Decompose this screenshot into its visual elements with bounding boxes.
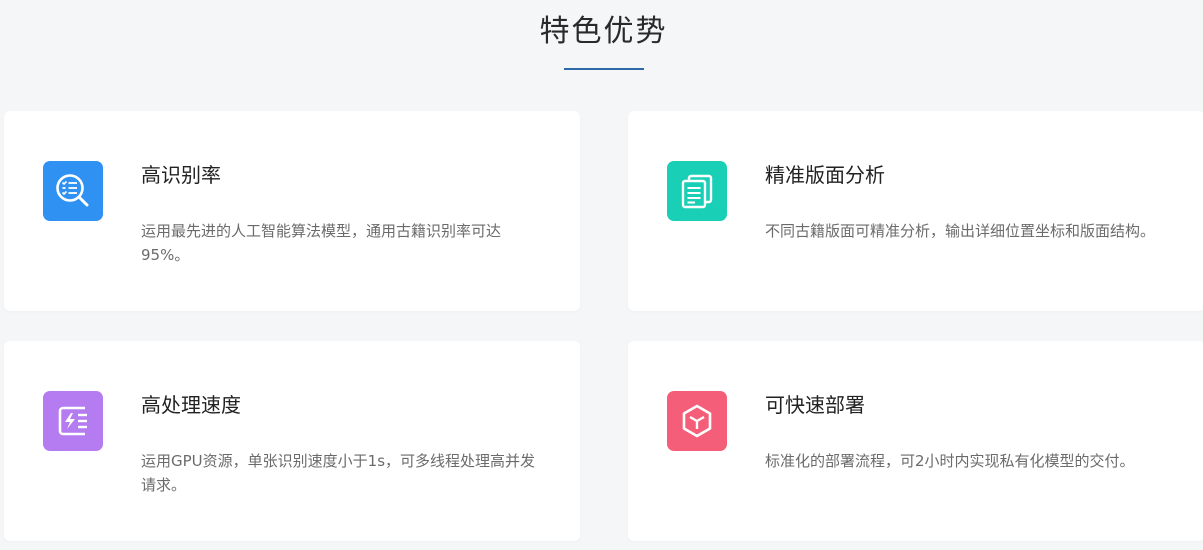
feature-title: 高识别率 [141, 163, 221, 187]
title-underline [564, 68, 644, 70]
feature-card-layout-analysis: 精准版面分析 不同古籍版面可精准分析，输出详细位置坐标和版面结构。 [628, 111, 1203, 311]
section-title: 特色优势 [539, 14, 668, 49]
feature-description: 标准化的部署流程，可2小时内实现私有化模型的交付。 [765, 452, 1135, 470]
document-layers-icon [667, 161, 727, 221]
feature-description: 运用最先进的人工智能算法模型，通用古籍识别率可达95%。 [141, 222, 502, 264]
speed-lightning-icon [43, 391, 103, 451]
feature-description: 不同古籍版面可精准分析，输出详细位置坐标和版面结构。 [765, 222, 1156, 240]
feature-description: 运用GPU资源，单张识别速度小于1s，可多线程处理高并发请求。 [141, 452, 536, 494]
feature-title: 精准版面分析 [765, 163, 885, 187]
feature-card-high-accuracy: 高识别率 运用最先进的人工智能算法模型，通用古籍识别率可达95%。 [4, 111, 580, 311]
feature-card-quick-deploy: 可快速部署 标准化的部署流程，可2小时内实现私有化模型的交付。 [628, 341, 1203, 541]
feature-card-high-speed: 高处理速度 运用GPU资源，单张识别速度小于1s，可多线程处理高并发请求。 [4, 341, 580, 541]
search-list-icon [43, 161, 103, 221]
cube-icon [667, 391, 727, 451]
feature-title: 可快速部署 [765, 393, 865, 417]
feature-title: 高处理速度 [141, 393, 241, 417]
